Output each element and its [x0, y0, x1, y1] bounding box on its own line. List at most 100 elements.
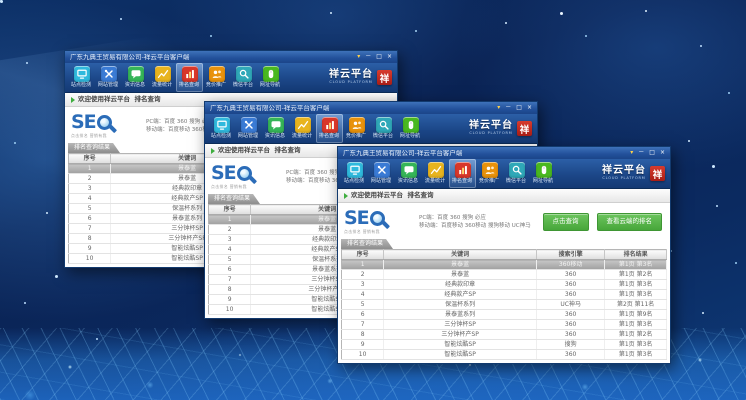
titlebar[interactable]: 广东九典王贸易有限公司-祥云平台客户端 ▾ － □ ×: [65, 51, 397, 63]
minimize-icon[interactable]: －: [638, 150, 644, 156]
toolbar-item-site-check[interactable]: 站点检测: [208, 114, 235, 143]
app-window-3: 广东九典王贸易有限公司-祥云平台客户端 ▾ － □ × 站点检测 网站管理资讯信息…: [337, 146, 671, 364]
bar-chart-icon: [322, 117, 338, 133]
stars-small: [0, 0, 2, 2]
titlebar[interactable]: 广东九典王贸易有限公司-祥云平台客户端 ▾ － □ ×: [205, 102, 537, 114]
toolbar-item-traffic-stats[interactable]: 流量统计: [149, 63, 176, 92]
table-row[interactable]: 3经典款印章360第1页 第3名: [342, 280, 667, 290]
toolbar-item-label: 流量统计: [425, 179, 445, 184]
toolbar-item-promotion[interactable]: 竞价推广: [476, 159, 503, 188]
seo-slogan: 点击排名 营销有我: [71, 133, 138, 139]
toolbar-item-label: 流量统计: [292, 134, 312, 139]
window-title: 广东九典王贸易有限公司-祥云平台客户端: [210, 105, 497, 112]
toolbar-item-promotion[interactable]: 竞价推广: [343, 114, 370, 143]
magnifier-icon: [236, 66, 252, 82]
maximize-icon[interactable]: □: [649, 150, 655, 156]
toolbar-item-site-nav[interactable]: 网址导航: [257, 63, 284, 92]
seo-logo: SE 点击排名 营销有我: [71, 114, 141, 139]
table-row[interactable]: 6景泰蓝系列360第1页 第9名: [342, 310, 667, 320]
table-row[interactable]: 8三分钟杯产SP360第1页 第2名: [342, 330, 667, 340]
toolbar-item-info[interactable]: 资讯信息: [395, 159, 422, 188]
maximize-icon[interactable]: □: [516, 105, 522, 111]
table-row[interactable]: 10智能炫酷SP360第1页 第3名: [342, 350, 667, 360]
toolbar-item-rank-query[interactable]: 排名查询: [449, 159, 476, 188]
toolbar-item-site-check[interactable]: 站点检测: [68, 63, 95, 92]
toolbar-item-wechat[interactable]: 微信平台: [503, 159, 530, 188]
brand-block: 祥云平台 CLOUD PLATFORM 祥: [469, 114, 532, 143]
skin-icon[interactable]: ▾: [630, 150, 633, 156]
chat-icon: [128, 66, 144, 82]
cloud-rank-button[interactable]: 查看云端的排名: [597, 213, 663, 231]
brand-subtitle: CLOUD PLATFORM: [329, 81, 372, 85]
engine-desc-pc: PC端：百度 360 搜狗 必应: [419, 214, 543, 222]
toolbar: 站点检测 网站管理资讯信息流量统计排名查询竞价推广 微信平台网址导航 祥云平台 CL…: [338, 159, 670, 189]
table-row[interactable]: 5保温杯系列UC神马第2页 第11名: [342, 300, 667, 310]
tab-rank-results[interactable]: 排名查询结果: [341, 239, 393, 249]
magnifier-icon: [376, 117, 392, 133]
toolbar-item-site-nav[interactable]: 网址导航: [397, 114, 424, 143]
engine-desc-mobile: 移动端：百度移动 360移动 搜狗移动 UC神马: [419, 222, 543, 230]
breadcrumb-text: 欢迎使用祥云平台 排名查询: [218, 147, 301, 154]
toolbar-item-site-manage[interactable]: 网站管理: [235, 114, 262, 143]
stars-big: [0, 0, 3, 3]
minimize-icon[interactable]: －: [365, 54, 371, 60]
table-row[interactable]: 7三分钟杯SP360第1页 第3名: [342, 320, 667, 330]
seo-logo-text: SE: [211, 165, 236, 182]
brand-subtitle: CLOUD PLATFORM: [602, 177, 645, 181]
toolbar-item-info[interactable]: 资讯信息: [262, 114, 289, 143]
skin-icon[interactable]: ▾: [497, 105, 500, 111]
toolbar-item-label: 资讯信息: [125, 83, 145, 88]
seo-slogan: 点击排名 营销有我: [344, 229, 411, 235]
toolbar-item-label: 站点检测: [344, 179, 364, 184]
window-controls: ▾ － □ ×: [497, 105, 532, 111]
toolbar-item-site-check[interactable]: 站点检测: [341, 159, 368, 188]
toolbar-item-label: 站点检测: [71, 83, 91, 88]
window-title: 广东九典王贸易有限公司-祥云平台客户端: [343, 150, 630, 157]
table-row[interactable]: 1景泰蓝360移动第1页 第3名: [342, 260, 667, 270]
close-icon[interactable]: ×: [527, 105, 532, 111]
tab-rank-results[interactable]: 排名查询结果: [68, 143, 120, 153]
toolbar-item-wechat[interactable]: 微信平台: [230, 63, 257, 92]
brand-block: 祥云平台 CLOUD PLATFORM 祥: [602, 159, 665, 188]
titlebar[interactable]: 广东九典王贸易有限公司-祥云平台客户端 ▾ － □ ×: [338, 147, 670, 159]
results-table: 序号 关键词 搜索引擎 排名结果 1景泰蓝360移动第1页 第3名2景泰蓝360…: [341, 249, 667, 360]
toolbar-item-promotion[interactable]: 竞价推广: [203, 63, 230, 92]
col-header-engine: 搜索引擎: [537, 250, 605, 260]
magnifier-icon: [370, 211, 385, 226]
toolbar-item-info[interactable]: 资讯信息: [122, 63, 149, 92]
toolbar-item-wechat[interactable]: 微信平台: [370, 114, 397, 143]
seo-logo: SE 点击排名 营销有我: [344, 210, 414, 235]
minimize-icon[interactable]: －: [505, 105, 511, 111]
seo-header: SE 点击排名 营销有我 PC端：百度 360 搜狗 必应 移动端：百度移动 3…: [338, 203, 670, 239]
toolbar-item-label: 竞价推广: [479, 179, 499, 184]
toolbar-item-rank-query[interactable]: 排名查询: [176, 63, 203, 92]
toolbar-item-site-manage[interactable]: 网站管理: [368, 159, 395, 188]
toolbar-item-traffic-stats[interactable]: 流量统计: [422, 159, 449, 188]
breadcrumb-text: 欢迎使用祥云平台 排名查询: [351, 192, 434, 199]
line-chart-icon: [155, 66, 171, 82]
brand-name: 祥云平台: [329, 70, 373, 80]
close-icon[interactable]: ×: [387, 54, 392, 60]
toolbar-item-label: 网站管理: [238, 134, 258, 139]
toolbar-item-site-nav[interactable]: 网址导航: [530, 159, 557, 188]
tab-rank-results[interactable]: 排名查询结果: [208, 194, 260, 204]
toolbar: 站点检测网站管理资讯信息流量统计排名查询竞价推广微信平台网址导航 祥云平台 CL…: [65, 63, 397, 93]
toolbar-item-rank-query[interactable]: 排名查询: [316, 114, 343, 143]
mouse-icon: [263, 66, 279, 82]
results-table-wrap: 序号 关键词 搜索引擎 排名结果 1景泰蓝360移动第1页 第3名2景泰蓝360…: [341, 249, 667, 360]
table-row[interactable]: 9智能炫酷SP搜狗第1页 第3名: [342, 340, 667, 350]
table-row[interactable]: 4经典款产SP360第1页 第3名: [342, 290, 667, 300]
maximize-icon[interactable]: □: [376, 54, 382, 60]
query-button[interactable]: 点击查询: [543, 213, 589, 231]
brand-name: 祥云平台: [602, 166, 646, 176]
skin-icon[interactable]: ▾: [357, 54, 360, 60]
toolbar-item-label: 微信平台: [506, 179, 526, 184]
toolbar-item-label: 网站管理: [371, 179, 391, 184]
toolbar-item-site-manage[interactable]: 网站管理: [95, 63, 122, 92]
mouse-icon: [536, 162, 552, 178]
close-icon[interactable]: ×: [660, 150, 665, 156]
toolbar-item-label: 站点检测: [211, 134, 231, 139]
toolbar-item-label: 排名查询: [179, 83, 199, 88]
toolbar-item-traffic-stats[interactable]: 流量统计: [289, 114, 316, 143]
table-row[interactable]: 2景泰蓝360第1页 第2名: [342, 270, 667, 280]
